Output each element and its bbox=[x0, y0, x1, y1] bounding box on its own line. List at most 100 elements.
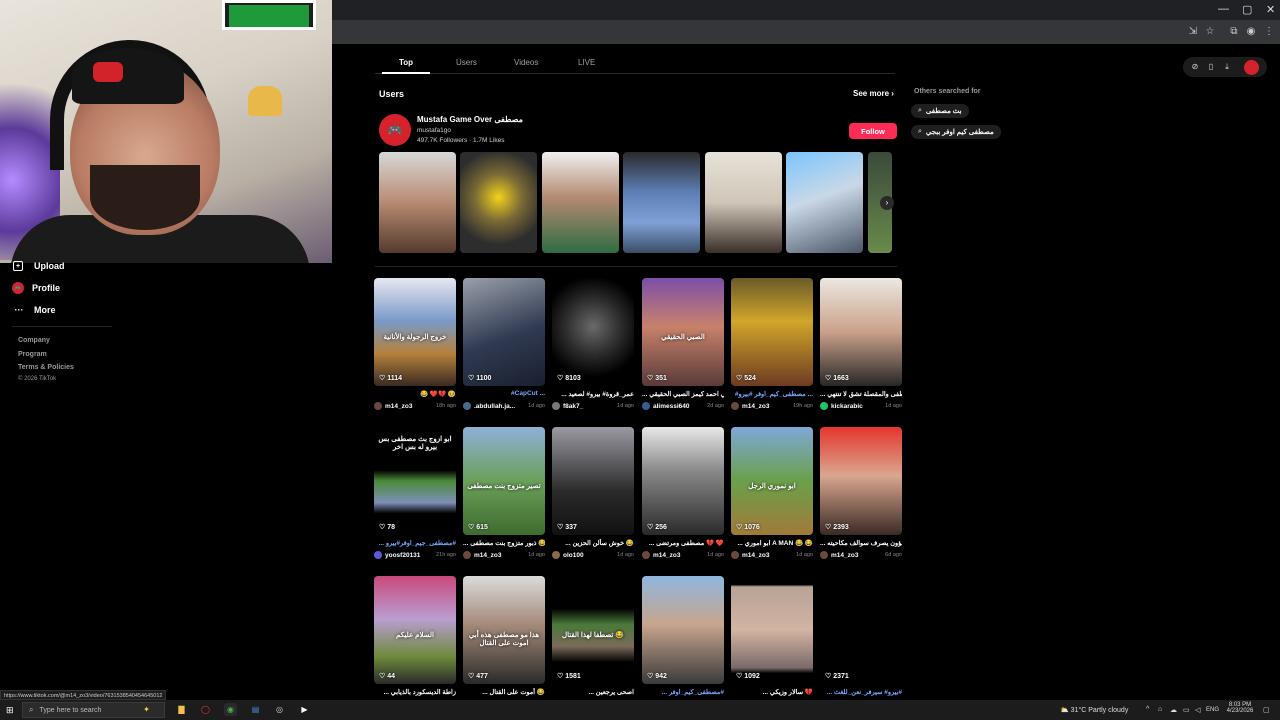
author-name[interactable]: m14_zo3 bbox=[831, 552, 885, 559]
weather-widget[interactable]: ⛅ 31°C Partly cloudy bbox=[1060, 706, 1128, 714]
media-player-icon[interactable]: ▶ bbox=[298, 703, 311, 716]
author-name[interactable]: m14_zo3 bbox=[742, 403, 793, 410]
video-caption[interactable]: ... ذبور متزوج بنت مصطفى 😂 bbox=[463, 539, 545, 548]
chrome-icon[interactable]: ◉ bbox=[224, 703, 237, 716]
sidebar-item-upload[interactable]: + Upload bbox=[12, 257, 65, 275]
author-name[interactable]: yoosf20131 bbox=[385, 552, 436, 559]
video-thumbnail[interactable]: ♡ 8103 bbox=[552, 278, 634, 386]
video-caption[interactable]: 😂 ❤️💔 🥹 bbox=[374, 390, 456, 399]
account-avatar[interactable] bbox=[1244, 60, 1259, 75]
video-caption[interactable]: ... ابو اموري A MAN 😂 😂 bbox=[731, 539, 813, 548]
tab-top[interactable]: Top bbox=[399, 58, 413, 67]
author-avatar[interactable] bbox=[552, 402, 560, 410]
video-caption[interactable]: ... اصحى يرجعين bbox=[552, 688, 634, 697]
search-chip[interactable]: ⌕ بث مصطفى bbox=[911, 104, 969, 118]
link-terms[interactable]: Terms & Policies bbox=[18, 364, 74, 371]
user-video-thumb[interactable] bbox=[623, 152, 700, 253]
author-name[interactable]: m14_zo3 bbox=[385, 403, 436, 410]
video-thumbnail[interactable]: الصبي الحقيقي ♡ 351 bbox=[642, 278, 724, 386]
install-icon[interactable]: ⇲ bbox=[1186, 25, 1200, 39]
volume-icon[interactable]: ◁ bbox=[1195, 706, 1200, 714]
search-chip[interactable]: ⌕ مصطفى كيم اوفر ببجي bbox=[911, 125, 1001, 139]
author-avatar[interactable] bbox=[820, 551, 828, 559]
author-name[interactable]: kickarabic bbox=[831, 403, 885, 410]
video-thumbnail[interactable]: ♡ 1100 bbox=[463, 278, 545, 386]
video-thumbnail[interactable]: ♡ 1092 bbox=[731, 576, 813, 684]
user-video-thumb[interactable] bbox=[786, 152, 863, 253]
compass-icon[interactable]: ⊘ bbox=[1190, 62, 1200, 72]
user-video-thumb[interactable] bbox=[542, 152, 619, 253]
menu-icon[interactable]: ⋮ bbox=[1262, 25, 1276, 39]
video-thumbnail[interactable]: ابو نموري الرجل ♡ 1076 bbox=[731, 427, 813, 535]
video-card[interactable]: ♡ 2371 ... بيرو# سيرفر_نعن_للغث# bbox=[820, 576, 902, 697]
user-video-thumb[interactable] bbox=[460, 152, 537, 253]
video-card[interactable]: ♡ 1100 #CapCut ... .abdullah.ja... 1d ago bbox=[463, 278, 545, 411]
author-avatar[interactable] bbox=[463, 551, 471, 559]
video-caption[interactable]: ... في شؤون يصرف سوالف مكاحيته bbox=[820, 539, 902, 548]
video-card[interactable]: ♡ 1092 ... سالار وزيكي 💔 bbox=[731, 576, 813, 697]
display-icon[interactable]: ▭ bbox=[1183, 706, 1190, 714]
video-caption[interactable]: ... مصطفى_كيم_اوفر# bbox=[642, 688, 724, 697]
follow-button[interactable]: Follow bbox=[849, 123, 897, 139]
profile-icon[interactable]: ◉ bbox=[1244, 25, 1258, 39]
video-card[interactable]: خروج الرجولة والأنانية ♡ 1114 😂 ❤️💔 🥹 m14_z… bbox=[374, 278, 456, 411]
maximize-button[interactable]: ▢ bbox=[1242, 3, 1252, 16]
video-caption[interactable]: ... أموت على القتال 😂 bbox=[463, 688, 545, 697]
author-avatar[interactable] bbox=[374, 551, 382, 559]
video-caption[interactable]: ... مصطفى_جيم_اوفر#بيرو# bbox=[374, 539, 456, 548]
video-caption[interactable]: ... مصطفى والمقصلة تشق لا تنتهي bbox=[820, 390, 902, 399]
sidebar-item-profile[interactable]: 🎮 Profile bbox=[12, 279, 60, 297]
video-thumbnail[interactable]: ابو ازوج بث مصطفى بس بيرو له بس اخر ♡ 78 bbox=[374, 427, 456, 535]
user-name[interactable]: Mustafa Game Over مصطفى bbox=[417, 115, 523, 124]
video-card[interactable]: ♡ 942 ... مصطفى_كيم_اوفر# bbox=[642, 576, 724, 697]
video-thumbnail[interactable]: ♡ 337 bbox=[552, 427, 634, 535]
tray-chevron-icon[interactable]: ^ bbox=[1146, 706, 1149, 713]
video-caption[interactable]: ... عمر_قروة# بيرو# لصعيد bbox=[552, 390, 634, 399]
network-icon[interactable]: ⌂ bbox=[1158, 706, 1162, 713]
video-thumbnail[interactable]: هذا مو مصطفى هذه أبي اموت على القتال ♡ 47… bbox=[463, 576, 545, 684]
file-explorer-icon[interactable]: ▇ bbox=[175, 703, 188, 716]
close-window-button[interactable]: ✕ bbox=[1266, 3, 1275, 16]
video-card[interactable]: ♡ 2393 ... في شؤون يصرف سوالف مكاحيته m14_… bbox=[820, 427, 902, 560]
see-more-link[interactable]: See more › bbox=[853, 89, 894, 98]
author-avatar[interactable] bbox=[463, 402, 471, 410]
author-name[interactable]: m14_zo3 bbox=[653, 552, 707, 559]
video-thumbnail[interactable]: ♡ 1663 bbox=[820, 278, 902, 386]
video-thumbnail[interactable]: ♡ 2371 bbox=[820, 576, 902, 684]
opera-icon[interactable]: ◯ bbox=[199, 703, 212, 716]
author-name[interactable]: alimessi640 bbox=[653, 403, 707, 410]
video-card[interactable]: تصطفا لهذا القتال 😂 ♡ 1581 ... اصحى يرجعين bbox=[552, 576, 634, 697]
video-caption[interactable]: ... مصطفى ومرتضى 💔 ❤️ bbox=[642, 539, 724, 548]
clock[interactable]: 8:03 PM 4/23/2026 bbox=[1224, 702, 1256, 714]
windows-start-icon[interactable]: ⊞ bbox=[6, 705, 16, 715]
video-caption[interactable]: ... زاطة الديسكورد بالذيابي bbox=[374, 688, 456, 697]
video-card[interactable]: ♡ 8103 ... عمر_قروة# بيرو# لصعيد f8ak7_ 1d … bbox=[552, 278, 634, 411]
author-avatar[interactable] bbox=[642, 551, 650, 559]
user-video-thumb[interactable] bbox=[379, 152, 456, 253]
video-caption[interactable]: ... علي احمد كيمز الصبي الحقيقي bbox=[642, 390, 724, 399]
link-program[interactable]: Program bbox=[18, 351, 47, 358]
video-card[interactable]: السلام عليكم ♡ 44 ... زاطة الديسكورد بالذي… bbox=[374, 576, 456, 697]
author-name[interactable]: m14_zo3 bbox=[742, 552, 796, 559]
video-thumbnail[interactable]: ♡ 524 bbox=[731, 278, 813, 386]
tab-users[interactable]: Users bbox=[456, 58, 477, 67]
video-card[interactable]: ♡ 1663 ... مصطفى والمقصلة تشق لا تنتهي kic… bbox=[820, 278, 902, 411]
link-company[interactable]: Company bbox=[18, 337, 50, 344]
star-icon[interactable]: ☆ bbox=[1203, 25, 1217, 39]
author-name[interactable]: f8ak7_ bbox=[563, 403, 617, 410]
chevron-right-icon[interactable]: › bbox=[880, 196, 894, 210]
extensions-icon[interactable]: ⧉ bbox=[1227, 25, 1241, 39]
video-card[interactable]: ♡ 337 ... خوش سألن الحزين 😂 olo100 1d ago bbox=[552, 427, 634, 560]
phone-icon[interactable]: ▯ bbox=[1206, 62, 1216, 72]
video-card[interactable]: ♡ 524 #مصطفى_كيم_اوفر #بيرو ... m14_zo3 19h… bbox=[731, 278, 813, 411]
minimize-button[interactable]: — bbox=[1218, 3, 1229, 15]
video-card[interactable]: تصير متزوج بنت مصطفى ♡ 615 ... ذبور متزوج … bbox=[463, 427, 545, 560]
author-avatar[interactable] bbox=[731, 551, 739, 559]
author-avatar[interactable] bbox=[731, 402, 739, 410]
user-avatar[interactable]: 🎮 bbox=[379, 114, 411, 146]
video-thumbnail[interactable]: ♡ 2393 bbox=[820, 427, 902, 535]
video-card[interactable]: الصبي الحقيقي ♡ 351 ... علي احمد كيمز الصب… bbox=[642, 278, 724, 411]
sidebar-item-more[interactable]: ··· More bbox=[12, 301, 56, 319]
video-card[interactable]: ♡ 256 ... مصطفى ومرتضى 💔 ❤️ m14_zo3 1d ago bbox=[642, 427, 724, 560]
user-video-thumb[interactable] bbox=[705, 152, 782, 253]
